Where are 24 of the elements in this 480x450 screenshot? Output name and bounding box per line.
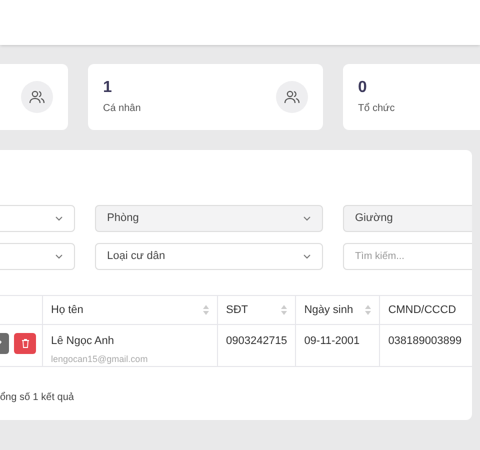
- stat-label: Cá nhân: [103, 102, 141, 116]
- stat-value: 1: [103, 78, 113, 98]
- search-field[interactable]: Tìm kiếm...: [343, 243, 472, 270]
- resident-name: Lê Ngọc Anh: [51, 334, 115, 349]
- resident-email: lengocan15@gmail.com: [51, 352, 149, 366]
- table-cell: 09-11-2001: [296, 324, 380, 366]
- sort-icon[interactable]: [281, 305, 288, 315]
- stat-value: 0: [358, 78, 368, 98]
- chevron-down-icon: [303, 216, 311, 221]
- trash-icon: [22, 339, 28, 348]
- result-count: ổng số 1 kết quả: [0, 390, 75, 405]
- chevron-down-icon: [303, 254, 311, 259]
- stat-label: Tổ chức: [358, 102, 395, 116]
- table-cell: 0903242715: [218, 324, 296, 366]
- column-header[interactable]: SĐT: [226, 302, 248, 318]
- column-header[interactable]: Họ tên: [51, 302, 84, 318]
- sort-icon[interactable]: [203, 305, 209, 315]
- delete-button[interactable]: [14, 333, 36, 354]
- users-icon: [284, 90, 300, 104]
- users-icon: [29, 90, 45, 104]
- chevron-down-icon: [55, 216, 63, 221]
- select-field[interactable]: Loại cư dân: [95, 243, 323, 270]
- sort-icon[interactable]: [365, 305, 372, 315]
- chevron-down-icon: [55, 254, 63, 259]
